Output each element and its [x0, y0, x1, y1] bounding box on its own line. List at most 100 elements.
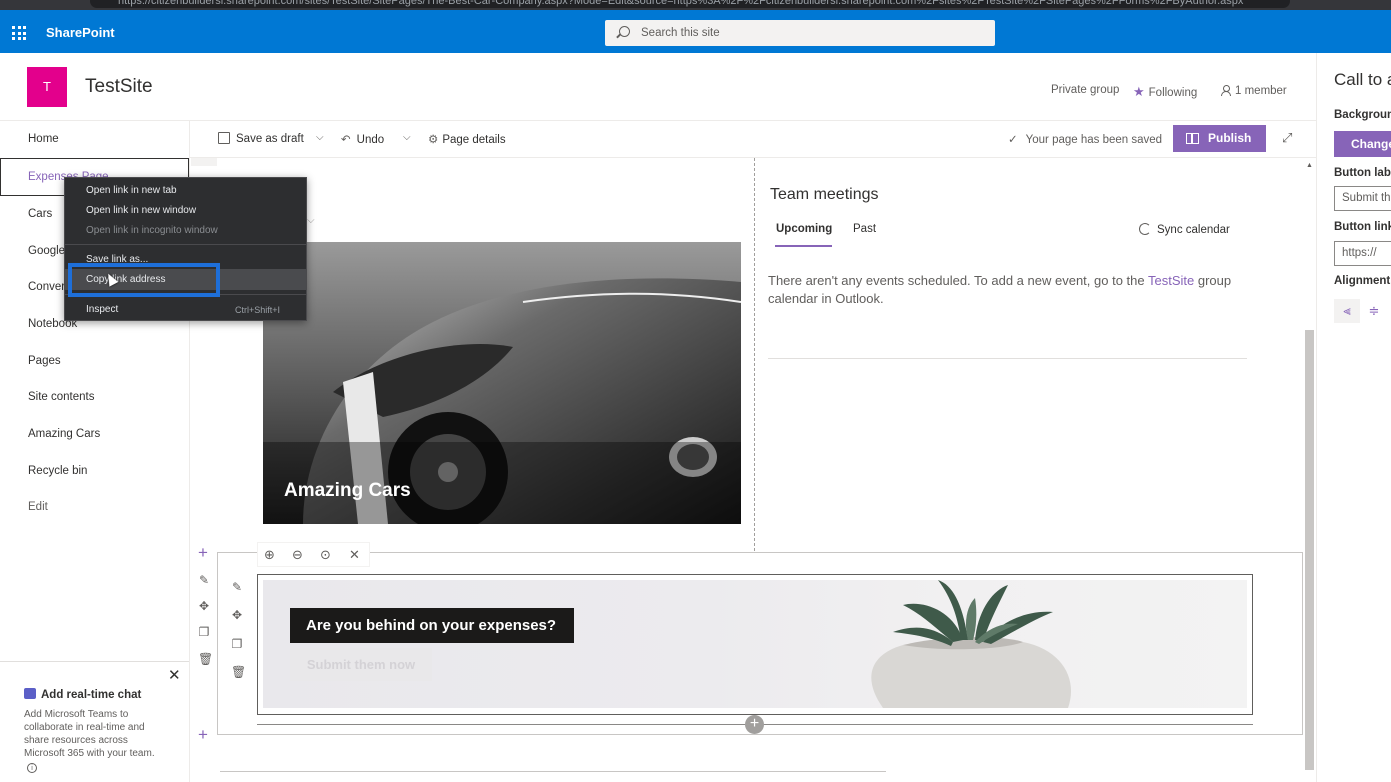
- book-icon: [1186, 133, 1199, 144]
- column-divider: [754, 158, 755, 551]
- button-link-label: Button link: [1334, 221, 1391, 233]
- undo-button[interactable]: ↶ Undo: [341, 132, 384, 146]
- delete-webpart-icon[interactable]: 🗑: [231, 666, 246, 678]
- add-webpart-icon[interactable]: +: [745, 715, 764, 734]
- page-details-button[interactable]: ⚙ Page details: [428, 132, 506, 146]
- follow-button[interactable]: ★ Following: [1133, 84, 1197, 100]
- teams-prompt-title-text: Add real-time chat: [41, 689, 142, 701]
- menu-separator: [65, 244, 306, 245]
- teams-prompt-text: Add Microsoft Teams to collaborate in re…: [24, 709, 155, 759]
- cta-background-image: [263, 580, 1247, 708]
- follow-label: Following: [1148, 87, 1198, 99]
- site-header: T TestSite Private group ★ Following 1 me…: [0, 53, 1316, 121]
- button-link-field[interactable]: https://: [1334, 241, 1391, 266]
- menu-item-open-new-tab[interactable]: Open link in new tab: [86, 185, 177, 196]
- expand-icon[interactable]: ⤢: [1282, 130, 1292, 146]
- nav-item-amazing-cars[interactable]: Amazing Cars: [28, 428, 100, 440]
- tab-upcoming[interactable]: Upcoming: [776, 223, 832, 235]
- close-icon[interactable]: ✕: [168, 666, 181, 684]
- teams-prompt-title: Add real-time chat: [24, 688, 141, 701]
- reset-focal-icon[interactable]: ⊙: [320, 547, 331, 563]
- close-icon[interactable]: ✕: [349, 547, 360, 563]
- suite-bar: SharePoint Search this site: [0, 10, 1391, 53]
- cta-button[interactable]: Submit them now: [290, 648, 432, 681]
- sync-icon: [1139, 223, 1151, 235]
- button-label-label: Button label: [1334, 167, 1391, 179]
- publish-button[interactable]: Publish: [1173, 125, 1266, 152]
- add-section-bottom-icon[interactable]: +: [194, 726, 212, 744]
- highlight-annotation: [68, 263, 220, 297]
- members-button[interactable]: 1 member: [1221, 84, 1287, 97]
- tab-past[interactable]: Past: [853, 223, 876, 235]
- site-logo[interactable]: T: [27, 67, 67, 107]
- nav-item-pages[interactable]: Pages: [28, 355, 61, 367]
- nav-item-home[interactable]: Home: [28, 133, 59, 145]
- menu-item-open-new-window[interactable]: Open link in new window: [86, 205, 196, 216]
- hero-image[interactable]: Amazing Cars: [263, 242, 741, 524]
- duplicate-section-icon[interactable]: ❐: [198, 626, 210, 638]
- webpart-toolbar: ✎ ✥ ❐ 🗑: [225, 576, 249, 686]
- hero-title[interactable]: Amazing Cars: [284, 480, 411, 502]
- star-icon: ★: [1133, 84, 1145, 99]
- nav-edit-link[interactable]: Edit: [28, 501, 48, 513]
- browser-toolbar: https://citizenbuildersl.sharepoint.com/…: [0, 0, 1391, 10]
- edit-section-icon[interactable]: ✎: [198, 574, 210, 586]
- info-icon[interactable]: i: [27, 763, 37, 773]
- add-section-icon[interactable]: +: [194, 544, 212, 562]
- edit-webpart-icon[interactable]: ✎: [231, 581, 243, 593]
- undo-label: Undo: [356, 134, 385, 146]
- scrollbar-thumb[interactable]: [1305, 330, 1314, 770]
- testsite-link[interactable]: TestSite: [1148, 273, 1194, 288]
- duplicate-webpart-icon[interactable]: ❐: [231, 638, 243, 650]
- nav-item-google[interactable]: Google: [28, 245, 65, 257]
- app-launcher-icon[interactable]: [12, 26, 26, 40]
- align-left-icon[interactable]: ⫷: [1334, 299, 1360, 323]
- move-section-icon[interactable]: ✥: [198, 600, 210, 612]
- zoom-out-icon[interactable]: ⊖: [292, 547, 303, 563]
- active-tab-indicator: [775, 245, 832, 247]
- context-menu: Open link in new tab Open link in new wi…: [64, 177, 307, 321]
- events-empty-message: There aren't any events scheduled. To ad…: [768, 272, 1248, 308]
- image-toolbar: ⊕ ⊖ ⊙ ✕: [257, 542, 370, 567]
- nav-item-recycle-bin[interactable]: Recycle bin: [28, 465, 87, 477]
- background-label: Background: [1334, 109, 1391, 121]
- command-bar: Save as draft ⌵ ↶ Undo ⌵ ⚙ Page details ✓ Y…: [190, 121, 1316, 158]
- save-draft-button[interactable]: Save as draft: [218, 132, 304, 145]
- change-image-button[interactable]: Change: [1334, 131, 1391, 157]
- site-title[interactable]: TestSite: [85, 76, 153, 98]
- move-webpart-icon[interactable]: ✥: [231, 609, 243, 621]
- teams-icon: [24, 688, 36, 699]
- gear-icon: ⚙: [428, 134, 439, 146]
- search-input[interactable]: Search this site: [605, 20, 995, 46]
- save-icon: [218, 132, 230, 144]
- hero-chevron-icon[interactable]: ⌵: [307, 215, 315, 226]
- events-title: Team meetings: [770, 186, 879, 203]
- search-placeholder: Search this site: [641, 27, 720, 39]
- align-center-icon[interactable]: ≑: [1361, 299, 1387, 323]
- suite-brand[interactable]: SharePoint: [46, 25, 115, 40]
- section-gutter-top: [191, 158, 217, 166]
- cta-headline[interactable]: Are you behind on your expenses?: [290, 608, 575, 643]
- button-label-field[interactable]: Submit th: [1334, 186, 1391, 211]
- succulent-photo: [871, 580, 1071, 708]
- nav-item-cars[interactable]: Cars: [28, 208, 52, 220]
- undo-icon: ↶: [341, 134, 351, 146]
- nav-item-site-contents[interactable]: Site contents: [28, 391, 94, 403]
- address-bar[interactable]: https://citizenbuildersl.sharepoint.com/…: [90, 0, 1290, 8]
- alignment-label: Alignment: [1334, 275, 1391, 287]
- sync-calendar-button[interactable]: Sync calendar: [1139, 223, 1230, 236]
- sync-label: Sync calendar: [1157, 224, 1230, 236]
- scroll-up-icon[interactable]: ▲: [1306, 162, 1313, 169]
- checkmark-icon: ✓: [1008, 134, 1018, 146]
- save-draft-label: Save as draft: [236, 133, 304, 145]
- save-status: ✓ Your page has been saved: [1008, 132, 1162, 146]
- delete-section-icon[interactable]: 🗑: [198, 653, 213, 665]
- section-separator: [220, 771, 886, 772]
- inspect-shortcut: Ctrl+Shift+I: [235, 305, 281, 315]
- zoom-in-icon[interactable]: ⊕: [264, 547, 275, 563]
- save-options-chevron-icon[interactable]: ⌵: [316, 132, 324, 143]
- undo-options-chevron-icon[interactable]: ⌵: [403, 132, 411, 143]
- property-pane-title: Call to a: [1334, 70, 1391, 89]
- nav-item-conversations[interactable]: Conver: [28, 281, 65, 293]
- menu-item-inspect[interactable]: Inspect: [86, 304, 118, 315]
